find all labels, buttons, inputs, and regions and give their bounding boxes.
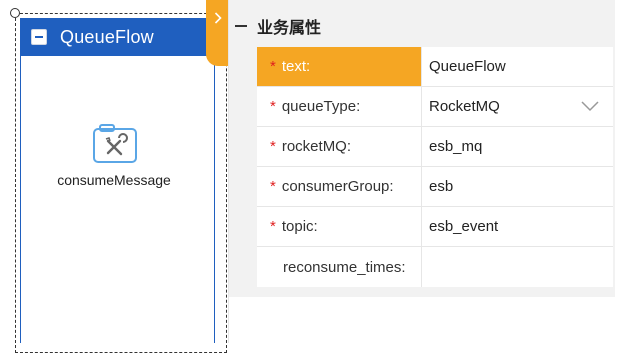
- consumergroup-value-field[interactable]: esb: [422, 167, 613, 206]
- label-text: rocketMQ:: [281, 138, 352, 155]
- property-label: * queueType:: [257, 87, 422, 126]
- required-marker: *: [270, 58, 276, 75]
- property-label: reconsume_times:: [257, 247, 422, 287]
- required-marker: *: [270, 218, 276, 235]
- property-label: * rocketMQ:: [257, 127, 422, 166]
- required-marker: *: [270, 138, 276, 155]
- label-text: consumerGroup:: [281, 178, 394, 195]
- properties-table: * text: QueueFlow * queueType: RocketMQ: [257, 47, 613, 287]
- resize-handle[interactable]: [10, 8, 20, 18]
- property-row-queuetype[interactable]: * queueType: RocketMQ: [257, 87, 613, 127]
- queuetype-select[interactable]: RocketMQ: [422, 87, 613, 126]
- select-value: RocketMQ: [429, 98, 500, 115]
- task-label: consumeMessage: [57, 172, 171, 188]
- property-row-text[interactable]: * text: QueueFlow: [257, 47, 613, 87]
- property-row-consumergroup[interactable]: * consumerGroup: esb: [257, 167, 613, 207]
- properties-panel: 业务属性 * text: QueueFlow * queueType: Rock…: [228, 0, 617, 343]
- minus-icon: [35, 36, 43, 38]
- property-label: * topic:: [257, 207, 422, 246]
- collapse-button[interactable]: [31, 29, 47, 45]
- business-properties-group: 业务属性 * text: QueueFlow * queueType: Rock…: [229, 0, 615, 297]
- tools-briefcase-icon[interactable]: [92, 120, 138, 164]
- rocketmq-value-field[interactable]: esb_mq: [422, 127, 613, 166]
- group-header[interactable]: 业务属性: [229, 6, 615, 46]
- group-title: 业务属性: [257, 20, 322, 37]
- label-text: text:: [281, 58, 311, 75]
- property-label: * text:: [257, 47, 422, 86]
- topic-value-field[interactable]: esb_event: [422, 207, 613, 246]
- property-row-rocketmq[interactable]: * rocketMQ: esb_mq: [257, 127, 613, 167]
- property-row-topic[interactable]: * topic: esb_event: [257, 207, 613, 247]
- chevron-right-icon: [214, 12, 222, 24]
- required-marker: *: [270, 98, 276, 115]
- flow-canvas[interactable]: QueueFlow consumeMessage: [0, 0, 228, 353]
- node-header[interactable]: QueueFlow: [20, 18, 215, 56]
- text-value-field[interactable]: QueueFlow: [422, 47, 613, 86]
- label-text: queueType:: [281, 98, 361, 115]
- label-text: topic:: [281, 218, 318, 235]
- node-title: QueueFlow: [60, 26, 154, 47]
- required-marker: *: [270, 178, 276, 195]
- collapse-group-icon[interactable]: [235, 25, 247, 27]
- property-row-reconsume-times[interactable]: reconsume_times:: [257, 247, 613, 287]
- reconsume-times-value-field[interactable]: [422, 247, 613, 287]
- label-text: reconsume_times:: [283, 258, 406, 276]
- panel-toggle-button[interactable]: [206, 0, 230, 66]
- chevron-down-icon[interactable]: [581, 101, 599, 112]
- property-label: * consumerGroup:: [257, 167, 422, 206]
